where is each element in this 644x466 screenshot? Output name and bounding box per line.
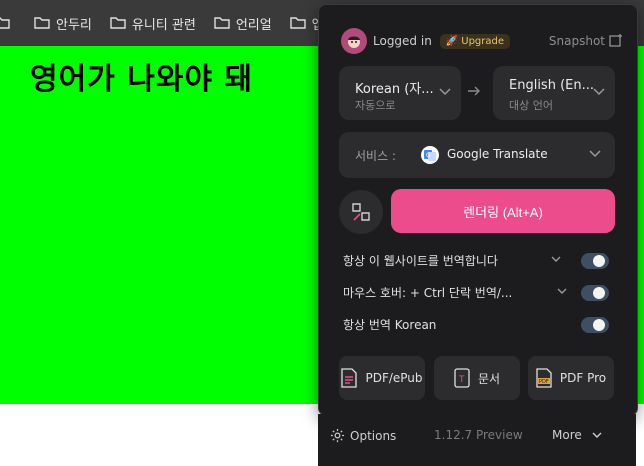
- upgrade-label: Upgrade: [461, 35, 505, 47]
- rocket-icon: 🚀: [445, 35, 459, 47]
- toggle-switch[interactable]: [581, 253, 609, 269]
- toggle-switch[interactable]: [581, 285, 609, 301]
- google-translate-icon: G: [421, 146, 439, 164]
- pdf-epub-button[interactable]: PDF/ePub: [339, 356, 425, 400]
- version-text: 1.12.7 Preview: [434, 428, 523, 442]
- more-label: More: [552, 428, 582, 442]
- target-language-hint: 대상 언어: [509, 99, 553, 112]
- page-heading: 영어가 나와야 돼: [30, 62, 254, 97]
- tool-label: PDF/ePub: [365, 371, 423, 385]
- upgrade-badge[interactable]: 🚀 Upgrade: [439, 33, 511, 49]
- options-label: Options: [350, 428, 397, 443]
- bookmark-folder-unity[interactable]: 유니티 관련: [110, 14, 196, 33]
- option-label: 항상 이 웹사이트를 번역합니다: [343, 254, 498, 268]
- popup-header: Logged in 🚀 Upgrade Snapshot: [341, 25, 623, 57]
- chevron-down-icon[interactable]: [557, 288, 567, 295]
- login-status: Logged in: [373, 34, 432, 48]
- popup-footer: Options 1.12.7 Preview More: [318, 418, 636, 458]
- options-button[interactable]: Options: [330, 428, 396, 443]
- option-always-translate-site[interactable]: 항상 이 웹사이트를 번역합니다: [343, 252, 609, 272]
- translate-popup: Logged in 🚀 Upgrade Snapshot Korean (자..…: [318, 4, 638, 416]
- chevron-down-icon: [439, 88, 451, 96]
- snapshot-label: Snapshot: [548, 34, 605, 48]
- tool-label: 문서: [477, 371, 501, 386]
- avatar[interactable]: [341, 28, 367, 54]
- option-mouse-hover[interactable]: 마우스 호버: + Ctrl 단락 번역/...: [343, 284, 609, 304]
- svg-text:G: G: [426, 152, 431, 159]
- bookmark-label: 언리얼: [235, 17, 272, 33]
- snapshot-button[interactable]: Snapshot: [549, 34, 623, 48]
- bookmark-folder-unreal[interactable]: 언리얼: [214, 14, 272, 33]
- more-button[interactable]: More: [552, 428, 602, 442]
- service-name: Google Translate: [447, 147, 548, 161]
- tool-label: PDF Pro: [559, 371, 607, 385]
- target-language-select[interactable]: English (En... 대상 언어: [493, 66, 615, 120]
- snapshot-icon: [609, 34, 622, 47]
- bookmark-folder[interactable]: [0, 17, 16, 29]
- svg-text:T: T: [458, 375, 465, 385]
- document-icon: T: [454, 368, 470, 388]
- option-label: 마우스 호버: + Ctrl 단락 번역/...: [343, 286, 513, 300]
- avatar-face-icon: [348, 36, 360, 48]
- render-button[interactable]: 렌더링 (Alt+A): [391, 189, 615, 233]
- folder-icon: [290, 17, 306, 29]
- folder-icon: [0, 17, 10, 29]
- text-select-icon: [352, 203, 370, 221]
- option-always-translate-language[interactable]: 항상 번역 Korean: [343, 316, 609, 336]
- bookmark-label: 안두리: [56, 17, 92, 33]
- option-label: 항상 번역 Korean: [343, 318, 437, 332]
- document-button[interactable]: T 문서: [434, 356, 520, 400]
- folder-icon: [110, 17, 126, 29]
- svg-text:PDF: PDF: [539, 379, 549, 385]
- chevron-down-icon: [593, 88, 605, 96]
- source-language-name: Korean (자...: [355, 82, 434, 97]
- bookmark-folder-anduri[interactable]: 안두리: [34, 14, 92, 33]
- pdf-pro-icon: PDF: [536, 368, 552, 388]
- source-language-select[interactable]: Korean (자... 자동으로: [339, 66, 461, 120]
- chevron-down-icon: [592, 432, 602, 438]
- pdf-pro-button[interactable]: PDF PDF Pro: [528, 356, 614, 400]
- toggle-switch[interactable]: [581, 317, 609, 333]
- chevron-down-icon[interactable]: [551, 256, 561, 263]
- target-language-name: English (En...: [509, 78, 594, 93]
- folder-icon: [34, 17, 50, 29]
- pdf-epub-icon: [341, 368, 358, 388]
- arrow-right-icon: [468, 86, 480, 96]
- gear-icon: [330, 428, 345, 443]
- chevron-down-icon: [589, 150, 601, 158]
- service-select[interactable]: 서비스 : G Google Translate: [339, 132, 615, 178]
- source-language-hint: 자동으로: [355, 99, 396, 112]
- folder-icon: [214, 17, 230, 29]
- service-label: 서비스 :: [355, 149, 396, 163]
- select-translate-button[interactable]: [339, 190, 383, 234]
- bookmark-label: 유니티 관련: [131, 17, 196, 33]
